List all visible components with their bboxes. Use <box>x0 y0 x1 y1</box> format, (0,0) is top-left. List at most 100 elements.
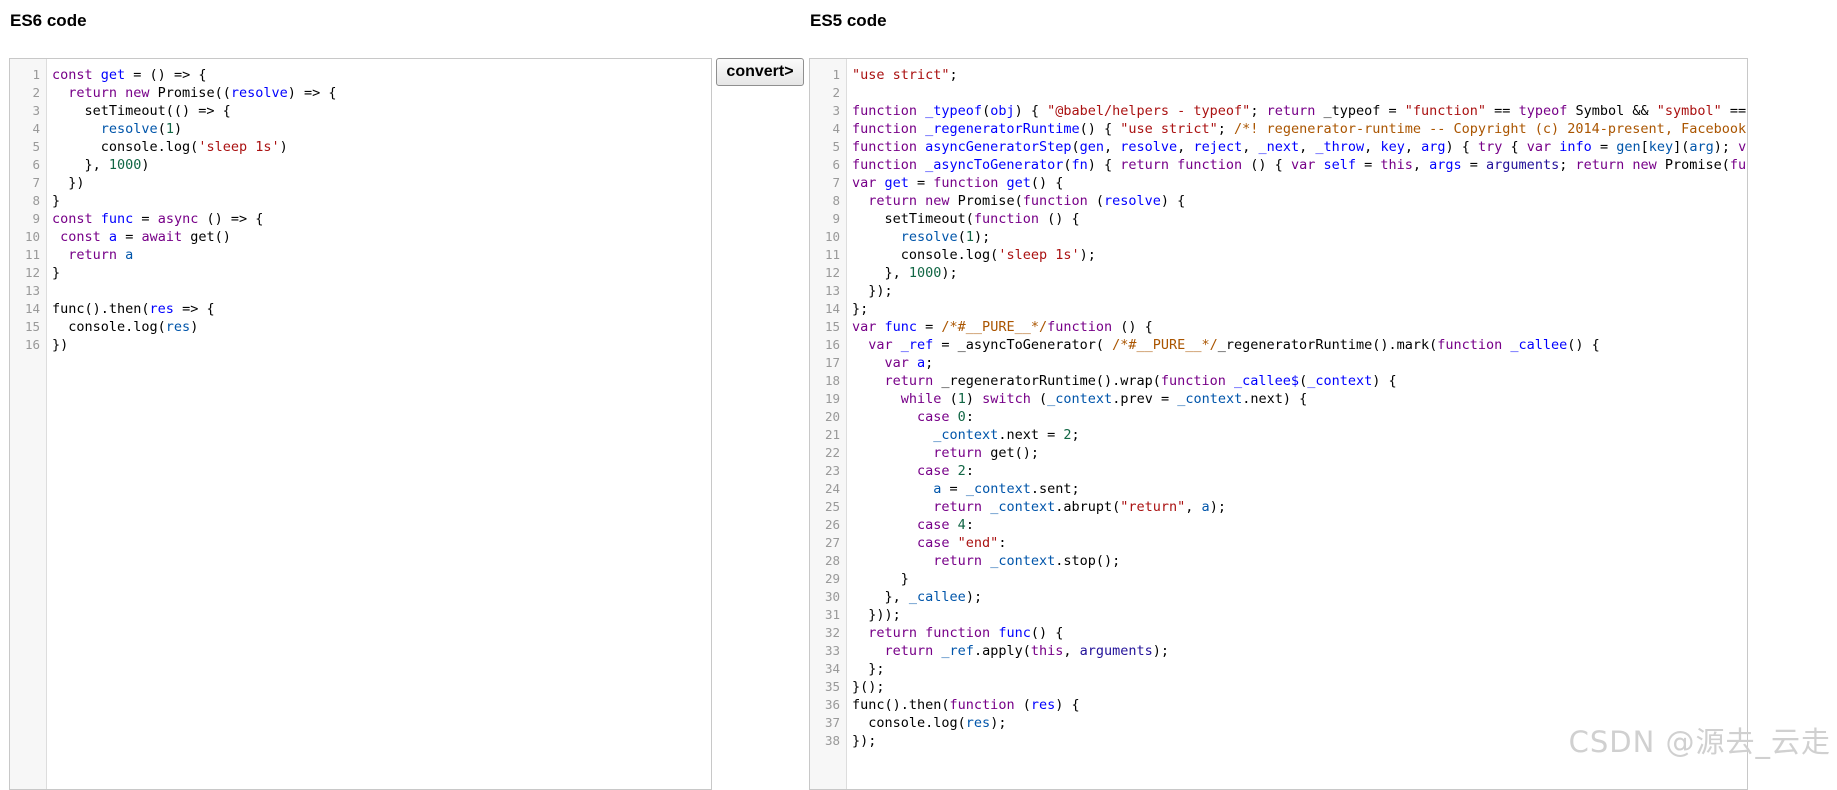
code-token: } <box>52 265 61 281</box>
code-line: 16}) <box>10 336 711 354</box>
code-token: return <box>933 445 991 461</box>
code-token: 1000 <box>908 265 942 281</box>
line-number: 33 <box>824 643 840 658</box>
code-token: = _asyncToGenerator( <box>933 337 1113 353</box>
line-number: 6 <box>32 157 40 172</box>
code-token: _callee <box>1510 337 1568 353</box>
code-token: console.log( <box>52 139 199 155</box>
code-line: 7 var get = function get() { <box>810 174 1747 192</box>
code-token: ) { <box>1445 139 1478 155</box>
code-token: Symbol && <box>1575 103 1657 119</box>
code-token: 'sleep 1s' <box>998 247 1080 263</box>
code-token: _throw <box>1315 139 1365 155</box>
es6-code-editor[interactable]: 1 const get = () => {2 return new Promise… <box>9 58 712 790</box>
code-token: .prev = <box>1112 391 1178 407</box>
code-token: case <box>917 463 958 479</box>
code-token: ) <box>141 157 150 173</box>
code-line: 30 }, _callee); <box>810 588 1747 606</box>
code-token: func <box>998 625 1031 641</box>
line-number: 12 <box>824 265 840 280</box>
code-token: ) <box>965 391 983 407</box>
code-token: => { <box>173 301 215 317</box>
code-token: = <box>1591 139 1617 155</box>
line-number: 14 <box>24 301 40 316</box>
code-token: 4 <box>957 517 966 533</box>
code-token: function <box>852 103 926 119</box>
code-token: fn <box>1071 157 1088 173</box>
code-token: case <box>917 409 958 425</box>
es5-code-editor[interactable]: 1 "use strict"; 2 3 function _typeof(obj) { … <box>809 58 1748 790</box>
code-text: _context.next = 2; <box>852 426 1080 444</box>
code-token: [ <box>1640 139 1649 155</box>
code-token: try <box>1478 139 1503 155</box>
line-number: 28 <box>824 553 840 568</box>
code-line: 2 <box>810 84 1747 102</box>
code-token: ]( <box>1673 139 1690 155</box>
code-line: 19 while (1) switch (_context.prev = _co… <box>810 390 1747 408</box>
code-line: 16 var _ref = _asyncToGenerator( /*#__PU… <box>810 336 1747 354</box>
code-token: arguments <box>1079 643 1153 659</box>
code-token: function <box>973 211 1048 227</box>
code-line: 21 _context.next = 2; <box>810 426 1747 444</box>
code-token: const <box>52 67 101 83</box>
code-token: "use strict" <box>1120 121 1218 137</box>
code-token: ) <box>173 121 183 137</box>
code-line: 14 func().then(res => { <box>10 300 711 318</box>
line-number: 11 <box>24 247 40 262</box>
convert-button[interactable]: convert> <box>716 58 804 86</box>
code-token: return <box>1266 103 1324 119</box>
code-token: _next <box>1258 139 1300 155</box>
code-line: 28 return _context.stop(); <box>810 552 1747 570</box>
code-line: 24 a = _context.sent; <box>810 480 1747 498</box>
code-token: resolve <box>1120 139 1178 155</box>
code-token: reject <box>1193 139 1243 155</box>
code-token: () { <box>1030 175 1064 191</box>
code-token: get <box>1006 175 1031 191</box>
code-token: ( <box>1039 391 1048 407</box>
code-token: .apply( <box>973 643 1031 659</box>
line-number: 2 <box>32 85 40 100</box>
code-token: ; <box>1250 103 1267 119</box>
code-text: case 4: <box>852 516 974 534</box>
code-line: 33 return _ref.apply(this, arguments); <box>810 642 1747 660</box>
code-token: ; <box>1071 427 1080 443</box>
code-line: 6 function _asyncToGenerator(fn) { return… <box>810 156 1747 174</box>
code-token: _typeof <box>925 103 983 119</box>
code-token: () { <box>1030 625 1064 641</box>
line-number: 25 <box>824 499 840 514</box>
code-token: await <box>141 229 191 245</box>
es5-code-lines: 1 "use strict"; 2 3 function _typeof(obj) { … <box>810 66 1747 750</box>
code-token: this <box>1380 157 1413 173</box>
code-token: 1 <box>165 121 174 137</box>
line-number: 4 <box>832 121 840 136</box>
code-token: = <box>1461 157 1487 173</box>
code-token: Promise(( <box>157 85 231 101</box>
code-text: }, 1000) <box>52 156 150 174</box>
code-token: function <box>852 157 926 173</box>
code-token: return <box>884 643 942 659</box>
code-token: asyncGeneratorStep <box>925 139 1072 155</box>
code-token: arg <box>1421 139 1446 155</box>
code-token: _ref <box>900 337 934 353</box>
line-number: 30 <box>824 589 840 604</box>
line-number: 27 <box>824 535 840 550</box>
code-token: () { <box>1250 157 1291 173</box>
code-token: "symbol" <box>1656 103 1722 119</box>
code-text: function _regeneratorRuntime() { "use st… <box>852 120 1747 138</box>
code-token: a <box>108 229 118 245</box>
code-token: : <box>998 535 1007 551</box>
code-text: return new Promise((resolve) => { <box>52 84 336 102</box>
code-token: return <box>68 247 126 263</box>
code-token: _context <box>990 499 1056 515</box>
code-token: .stop(); <box>1055 553 1121 569</box>
code-token: function <box>933 175 1007 191</box>
code-token: ) { <box>1014 103 1048 119</box>
code-token: key <box>1648 139 1674 155</box>
code-token: 1 <box>957 391 966 407</box>
code-text: "use strict"; <box>852 66 958 84</box>
